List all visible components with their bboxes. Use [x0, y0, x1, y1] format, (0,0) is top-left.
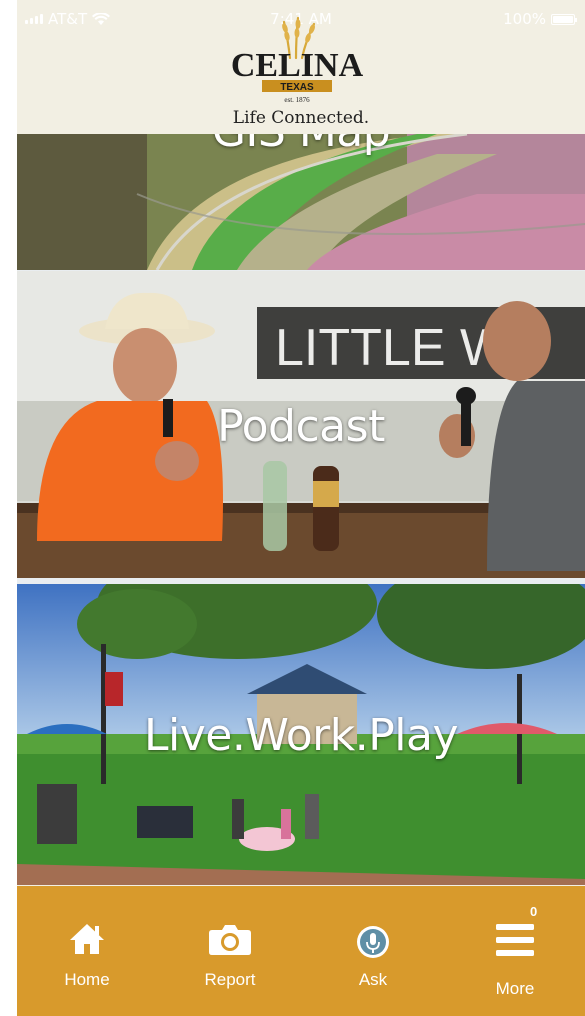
- battery-percent: 100%: [503, 10, 546, 28]
- logo-est: est. 1876: [284, 96, 310, 104]
- tab-label-home: Home: [64, 970, 110, 989]
- app-header: AT&T 7:41 AM 100% CELINA TEXAS est. 1876…: [17, 0, 585, 134]
- logo-title: CELINA: [231, 47, 364, 84]
- tab-label-report: Report: [204, 970, 256, 989]
- microphone-icon: [357, 926, 389, 958]
- camera-icon: [209, 925, 251, 955]
- tab-home[interactable]: Home: [37, 886, 137, 1016]
- status-right: 100%: [503, 10, 577, 28]
- tab-ask[interactable]: Ask: [323, 886, 423, 1016]
- tile-podcast[interactable]: LITTLE WO Podcast: [17, 271, 585, 578]
- more-badge: 0: [530, 904, 538, 919]
- tile-label-podcast: Podcast: [217, 401, 385, 452]
- app-screen: AT&T 7:41 AM 100% CELINA TEXAS est. 1876…: [17, 0, 585, 1016]
- home-icon: [70, 924, 104, 954]
- tile-gis-map[interactable]: GIS Map: [17, 134, 585, 270]
- tab-label-ask: Ask: [358, 970, 388, 989]
- tile-live-work-play[interactable]: Live.Work.Play: [17, 584, 585, 885]
- battery-icon: [551, 13, 577, 25]
- tile-label-gis-map: GIS Map: [17, 134, 585, 157]
- tab-bar: Home Report Ask 0 More: [17, 886, 585, 1016]
- menu-icon: [496, 924, 534, 956]
- tab-more[interactable]: 0 More: [465, 886, 565, 1016]
- tab-report[interactable]: Report: [180, 886, 280, 1016]
- tile-label-live-work-play: Live.Work.Play: [144, 710, 459, 761]
- celina-logo[interactable]: CELINA TEXAS est. 1876: [222, 14, 372, 106]
- logo-state: TEXAS: [280, 82, 314, 93]
- battery-fill: [553, 15, 573, 23]
- tab-label-more: More: [495, 979, 535, 998]
- tagline: Life Connected.: [232, 108, 370, 128]
